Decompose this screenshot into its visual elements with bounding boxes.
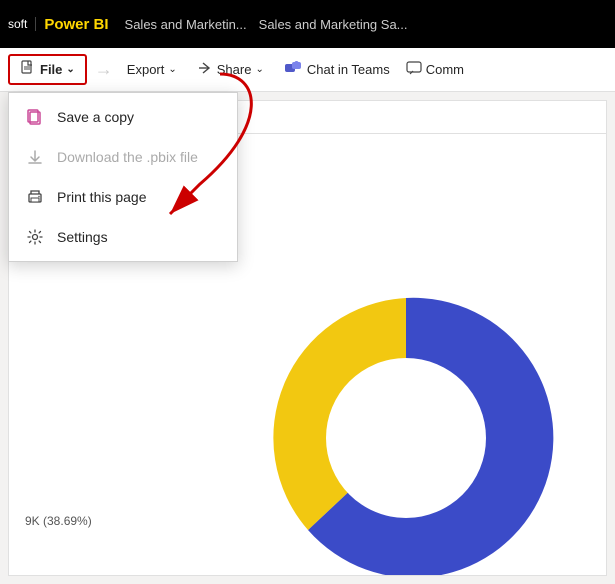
share-chevron: ⌄ xyxy=(255,64,263,75)
export-button[interactable]: Export ⌄ xyxy=(117,58,187,81)
app-logo: soft xyxy=(8,17,36,31)
download-pbix-label: Download the .pbix file xyxy=(57,149,198,165)
save-copy-label: Save a copy xyxy=(57,109,134,125)
toolbar: File ⌄ → Export ⌄ Share ⌄ Chat in Teams xyxy=(0,48,615,92)
print-page-label: Print this page xyxy=(57,189,147,205)
save-copy-item[interactable]: Save a copy xyxy=(9,97,237,137)
download-icon xyxy=(25,147,45,167)
file-icon xyxy=(20,60,36,79)
print-page-item[interactable]: Print this page xyxy=(9,177,237,217)
donut-chart xyxy=(246,278,566,576)
export-label: Export xyxy=(127,62,165,77)
file-dropdown-menu: Save a copy Download the .pbix file xyxy=(8,92,238,262)
share-button[interactable]: Share ⌄ xyxy=(187,56,274,83)
chart-label: 9K (38.69%) xyxy=(25,514,92,528)
file-label: File xyxy=(40,62,62,77)
print-icon xyxy=(25,187,45,207)
top-bar: soft Power BI Sales and Marketin... Sale… xyxy=(0,0,615,48)
file-chevron: ⌄ xyxy=(66,64,74,75)
comment-button[interactable]: Comm xyxy=(400,56,470,83)
comment-label: Comm xyxy=(426,62,464,77)
teams-chat-button[interactable]: Chat in Teams xyxy=(274,55,400,84)
report-title-1: Sales and Marketin... xyxy=(125,17,247,32)
teams-icon xyxy=(284,59,302,80)
save-copy-icon xyxy=(25,107,45,127)
share-label: Share xyxy=(217,62,252,77)
settings-label: Settings xyxy=(57,229,108,245)
comment-icon xyxy=(406,60,422,79)
export-chevron: ⌄ xyxy=(168,64,176,75)
app-name: Power BI xyxy=(44,16,108,33)
settings-item[interactable]: Settings xyxy=(9,217,237,257)
toolbar-separator-1: → xyxy=(95,59,113,80)
file-button[interactable]: File ⌄ xyxy=(8,54,87,85)
settings-icon xyxy=(25,227,45,247)
download-pbix-item[interactable]: Download the .pbix file xyxy=(9,137,237,177)
report-title-2: Sales and Marketing Sa... xyxy=(259,17,408,32)
teams-label: Chat in Teams xyxy=(307,62,390,77)
share-icon xyxy=(197,60,213,79)
